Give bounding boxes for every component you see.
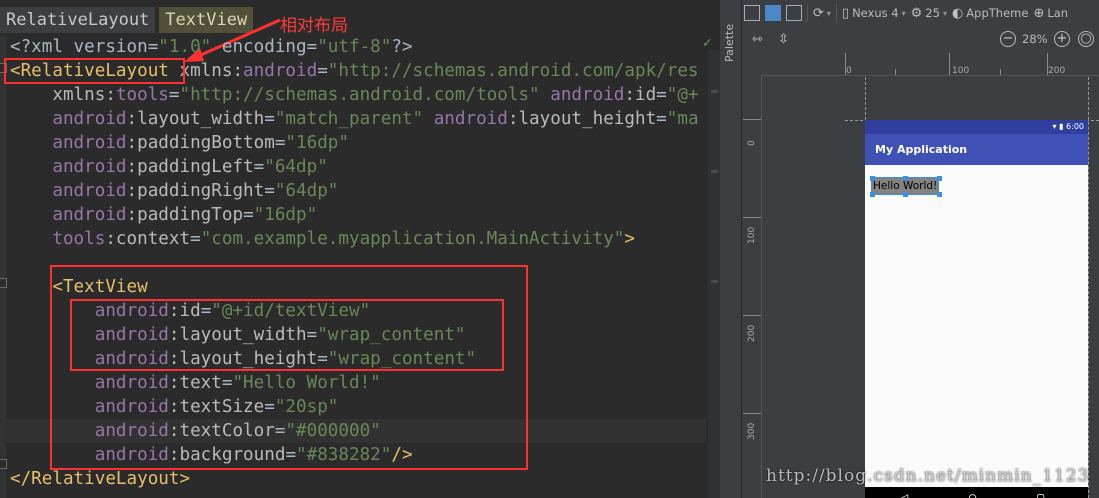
device-status-bar: ▾ ▮ 6:00 [865,120,1088,134]
resize-handle[interactable] [937,176,942,181]
theme-icon: ◐ [951,5,964,21]
device-nav-bar: ◁ ○ ▢ [865,487,1088,498]
orientation-dropdown[interactable]: ⟳ ▾ [813,6,831,21]
guide-line [1088,77,1089,498]
palette-tab-label[interactable]: Palette [723,24,736,62]
ruler-vertical: 0 100 200 300 [743,76,762,498]
back-icon: ◁ [901,490,909,498]
fold-marker-icon[interactable] [0,278,7,288]
zoom-level: 28% [1022,32,1048,46]
recents-icon: ▢ [1037,490,1045,498]
zoom-toolbar: ⇿ ⇳ − 28% + ○ [744,27,1099,53]
fit-height-icon[interactable]: ⇳ [778,32,789,47]
layout-designer: Palette ⟳ ▾ ▯ Nexus 4 ▾ ⚙ 25 ▾ ◐ AppTheme ⊕ Lan… [720,0,1099,498]
resize-handle[interactable] [870,176,875,181]
language-dropdown[interactable]: ⊕ Lan [1033,6,1068,21]
design-view-icon[interactable] [744,5,760,21]
api-dropdown[interactable]: ⚙ 25 ▾ [911,6,947,21]
theme-dropdown[interactable]: ◐ AppTheme [952,6,1028,21]
highlight-box-size-attrs [70,299,504,371]
rotate-icon: ⟳ [813,5,824,21]
design-canvas[interactable]: 0 100 200 0 100 200 300 ▾ ▮ 6:00 My Appl… [743,53,1099,498]
code-line: tools:context="com.example.myapplication… [52,229,635,249]
globe-icon: ⊕ [1033,5,1045,21]
watermark-text: http://blog.csdn.net/minmin_1123 [766,466,1090,486]
code-line: xmlns:tools="http://schemas.android.com/… [52,85,699,105]
annotation-label: 相对布局 [280,16,348,36]
home-icon: ○ [969,490,977,498]
code-line: </RelativeLayout> [10,469,191,489]
fold-marker-icon[interactable] [0,459,7,469]
app-bar-title: My Application [865,134,1088,165]
android-icon: ⚙ [910,5,923,21]
resize-handle[interactable] [870,192,875,197]
phone-icon: ▯ [841,5,850,21]
design-surface[interactable]: ▾ ▮ 6:00 My Application Hello World! ◁ ○… [763,77,1099,498]
editor-scrollbar[interactable] [708,50,720,498]
code-line: <?xml version="1.0" encoding="utf-8"?> [10,37,413,57]
code-line: android:paddingBottom="16dp" [52,133,349,153]
highlight-box-relativelayout [4,58,185,84]
fit-width-icon[interactable]: ⇿ [752,32,763,47]
zoom-out-icon[interactable]: − [1000,31,1016,47]
designer-toolbar: ⟳ ▾ ▯ Nexus 4 ▾ ⚙ 25 ▾ ◐ AppTheme ⊕ Lan [744,0,1099,26]
zoom-in-icon[interactable]: + [1054,31,1070,47]
resize-handle[interactable] [937,192,942,197]
zoom-fit-icon[interactable]: ○ [1078,31,1094,47]
breadcrumb-relativelayout[interactable]: RelativeLayout [0,7,156,33]
code-editor[interactable]: RelativeLayout TextView 相对布局 ✓ <?xml ver… [0,0,720,498]
ruler-horizontal: 0 100 200 [762,53,1099,76]
code-line: android:paddingTop="16dp" [52,205,318,225]
code-line: android:paddingLeft="64dp" [52,157,328,177]
code-line: android:paddingRight="64dp" [52,181,339,201]
device-dropdown[interactable]: ▯ Nexus 4 ▾ [842,6,906,21]
code-line: android:layout_width="match_parent" andr… [52,109,699,129]
check-icon: ✓ [703,35,712,51]
resize-handle[interactable] [903,192,908,197]
both-views-icon[interactable] [786,5,802,21]
blueprint-view-icon[interactable] [765,5,781,21]
resize-handle[interactable] [903,176,908,181]
palette-sidebar[interactable]: Palette [720,0,742,498]
device-preview[interactable]: ▾ ▮ 6:00 My Application Hello World! ◁ ○… [865,120,1088,498]
